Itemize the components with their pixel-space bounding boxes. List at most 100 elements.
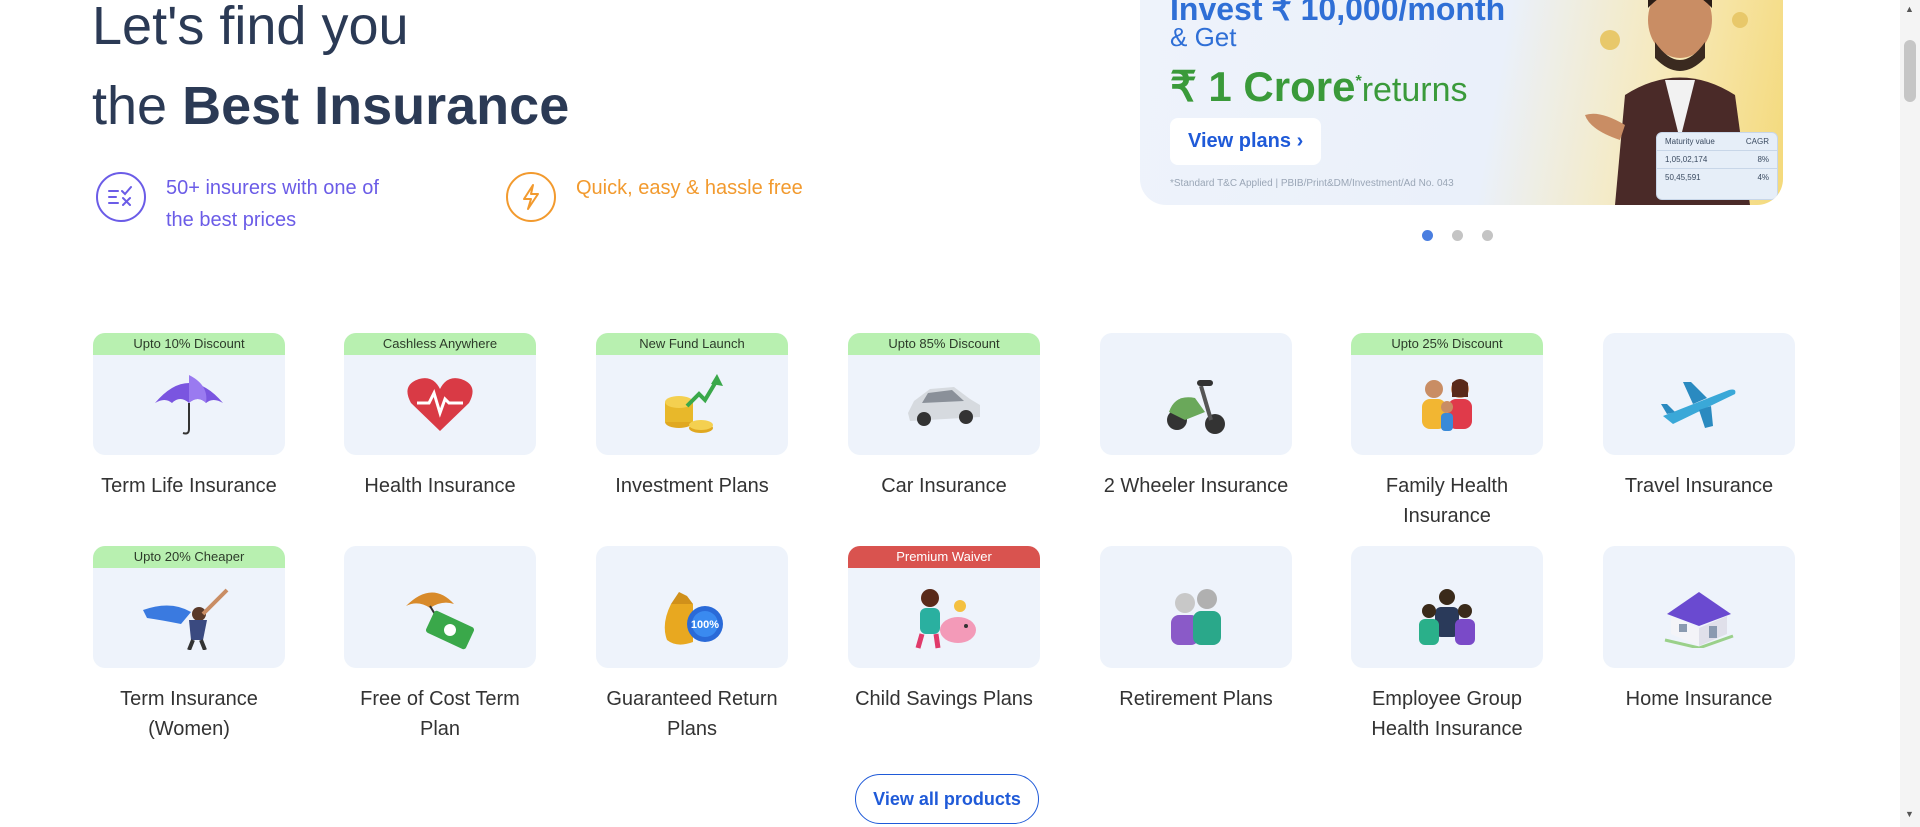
hero-line2-prefix: the	[92, 76, 183, 136]
scrollbar-thumb[interactable]	[1904, 40, 1916, 102]
employee-group-icon	[1419, 588, 1475, 645]
carousel-dot[interactable]	[1422, 230, 1433, 241]
product-tile[interactable]: New Fund Launch	[596, 333, 788, 455]
product-badge: Upto 25% Discount	[1351, 333, 1543, 355]
maturity-table: Maturity value CAGR 1,05,02,174 8% 50,45,5…	[1656, 132, 1778, 200]
feature-quick-text: Quick, easy & hassle free	[576, 177, 803, 199]
product-badge: Upto 10% Discount	[93, 333, 285, 355]
carousel-dot[interactable]	[1452, 230, 1463, 241]
feature-insurers-text: 50+ insurers with one of the best prices	[166, 177, 379, 231]
product-tile[interactable]	[1351, 546, 1543, 668]
product-tile[interactable]: Upto 85% Discount	[848, 333, 1040, 455]
car-icon	[908, 386, 980, 426]
product-badge	[1351, 546, 1543, 568]
product-card-health[interactable]: Cashless Anywhere Health Insurance	[344, 333, 536, 501]
product-card-home[interactable]: Home Insurance	[1603, 546, 1795, 714]
product-label[interactable]: Investment Plans	[596, 471, 788, 501]
product-card-employee-group[interactable]: Employee Group Health Insurance	[1351, 546, 1543, 744]
product-card-term-women[interactable]: Upto 20% Cheaper Term Insurance (Women)	[93, 546, 285, 744]
lightning-icon	[506, 172, 556, 222]
product-card-guaranteed-return[interactable]: 100% Guaranteed Return Plans	[596, 546, 788, 744]
banner-subline: & Get	[1170, 22, 1237, 52]
product-card-car[interactable]: Upto 85% Discount Car Insurance	[848, 333, 1040, 501]
product-label[interactable]: Family Health Insurance	[1351, 471, 1543, 531]
product-tile[interactable]: Upto 25% Discount	[1351, 333, 1543, 455]
cagr-value: 8%	[1757, 155, 1769, 164]
scroll-up-icon[interactable]: ▲	[1905, 4, 1914, 14]
hero-title: Let's find you the Best Insurance	[92, 0, 569, 146]
product-label[interactable]: Child Savings Plans	[848, 684, 1040, 714]
umbrella-cash-icon	[406, 592, 475, 649]
product-badge	[1603, 333, 1795, 355]
product-card-investment[interactable]: New Fund Launch Investment Plans	[596, 333, 788, 501]
product-tile[interactable]: Cashless Anywhere	[344, 333, 536, 455]
product-card-family-health[interactable]: Upto 25% Discount Family Health Insuranc…	[1351, 333, 1543, 531]
cagr-value: 4%	[1757, 173, 1769, 182]
promo-banner[interactable]: Invest ₹ 10,000/month & Get ₹ 1 Crore*re…	[1140, 0, 1783, 205]
scroll-down-icon[interactable]: ▼	[1905, 809, 1914, 819]
view-plans-label: View plans	[1188, 130, 1292, 152]
view-all-products-button[interactable]: View all products	[855, 774, 1039, 824]
view-plans-button[interactable]: View plans ›	[1170, 118, 1322, 165]
compare-checklist-icon	[96, 172, 146, 222]
product-card-free-term[interactable]: Free of Cost Term Plan	[344, 546, 536, 744]
chevron-right-icon: ›	[1296, 130, 1304, 152]
product-card-travel[interactable]: Travel Insurance	[1603, 333, 1795, 501]
heart-pulse-icon	[407, 377, 473, 431]
product-tile[interactable]: Premium Waiver	[848, 546, 1040, 668]
child-piggybank-icon	[915, 588, 976, 649]
hero-line2-bold: Best Insurance	[182, 76, 570, 136]
carousel-dots	[1422, 230, 1493, 241]
product-tile[interactable]	[1100, 333, 1292, 455]
product-tile[interactable]	[1100, 546, 1292, 668]
product-badge	[1100, 546, 1292, 568]
product-card-two-wheeler[interactable]: 2 Wheeler Insurance	[1100, 333, 1292, 501]
product-tile[interactable]: 100%	[596, 546, 788, 668]
product-label[interactable]: Home Insurance	[1603, 684, 1795, 714]
money-bag-100-icon: 100%	[664, 591, 723, 645]
product-tile[interactable]: Upto 10% Discount	[93, 333, 285, 455]
product-tile[interactable]: Upto 20% Cheaper	[93, 546, 285, 668]
feature-insurers: 50+ insurers with one of the best prices	[96, 172, 396, 236]
product-badge	[1100, 333, 1292, 355]
scrollbar[interactable]: ▲ ▼	[1900, 0, 1920, 827]
product-label[interactable]: Guaranteed Return Plans	[596, 684, 788, 744]
product-card-retirement[interactable]: Retirement Plans	[1100, 546, 1292, 714]
maturity-value: 1,05,02,174	[1665, 155, 1708, 164]
product-label[interactable]: Travel Insurance	[1603, 471, 1795, 501]
hero-line2: the Best Insurance	[92, 66, 569, 146]
elderly-couple-icon	[1171, 588, 1221, 645]
product-label[interactable]: 2 Wheeler Insurance	[1100, 471, 1292, 501]
product-label[interactable]: Term Insurance (Women)	[93, 684, 285, 744]
banner-returns: returns	[1361, 71, 1468, 109]
product-badge	[1603, 546, 1795, 568]
product-badge: Premium Waiver	[848, 546, 1040, 568]
product-label[interactable]: Employee Group Health Insurance	[1351, 684, 1543, 744]
product-label[interactable]: Free of Cost Term Plan	[344, 684, 536, 744]
svg-text:100%: 100%	[691, 619, 719, 631]
product-card-term-life[interactable]: Upto 10% Discount Term Life Insurance	[93, 333, 285, 501]
banner-disclaimer: *Standard T&C Applied | PBIB/Print&DM/In…	[1170, 178, 1454, 189]
product-badge	[596, 546, 788, 568]
product-label[interactable]: Retirement Plans	[1100, 684, 1292, 714]
product-tile[interactable]	[344, 546, 536, 668]
cagr-header: CAGR	[1745, 137, 1769, 146]
family-icon	[1422, 378, 1472, 431]
product-tile[interactable]	[1603, 546, 1795, 668]
coins-growth-icon	[665, 373, 723, 433]
house-icon	[1664, 591, 1734, 648]
product-badge: Upto 20% Cheaper	[93, 546, 285, 568]
product-card-child-savings[interactable]: Premium Waiver Child Savings Plans	[848, 546, 1040, 714]
hero-line1: Let's find you	[92, 0, 409, 56]
product-label[interactable]: Term Life Insurance	[93, 471, 285, 501]
banner-amount-value: ₹ 1 Crore	[1170, 63, 1356, 110]
product-badge	[344, 546, 536, 568]
product-label[interactable]: Health Insurance	[344, 471, 536, 501]
banner-amount: ₹ 1 Crore*returns	[1170, 62, 1468, 111]
scooter-icon	[1167, 379, 1225, 434]
product-tile[interactable]	[1603, 333, 1795, 455]
carousel-dot[interactable]	[1482, 230, 1493, 241]
maturity-value: 50,45,591	[1665, 173, 1701, 182]
product-label[interactable]: Car Insurance	[848, 471, 1040, 501]
maturity-header: Maturity value	[1665, 137, 1715, 146]
